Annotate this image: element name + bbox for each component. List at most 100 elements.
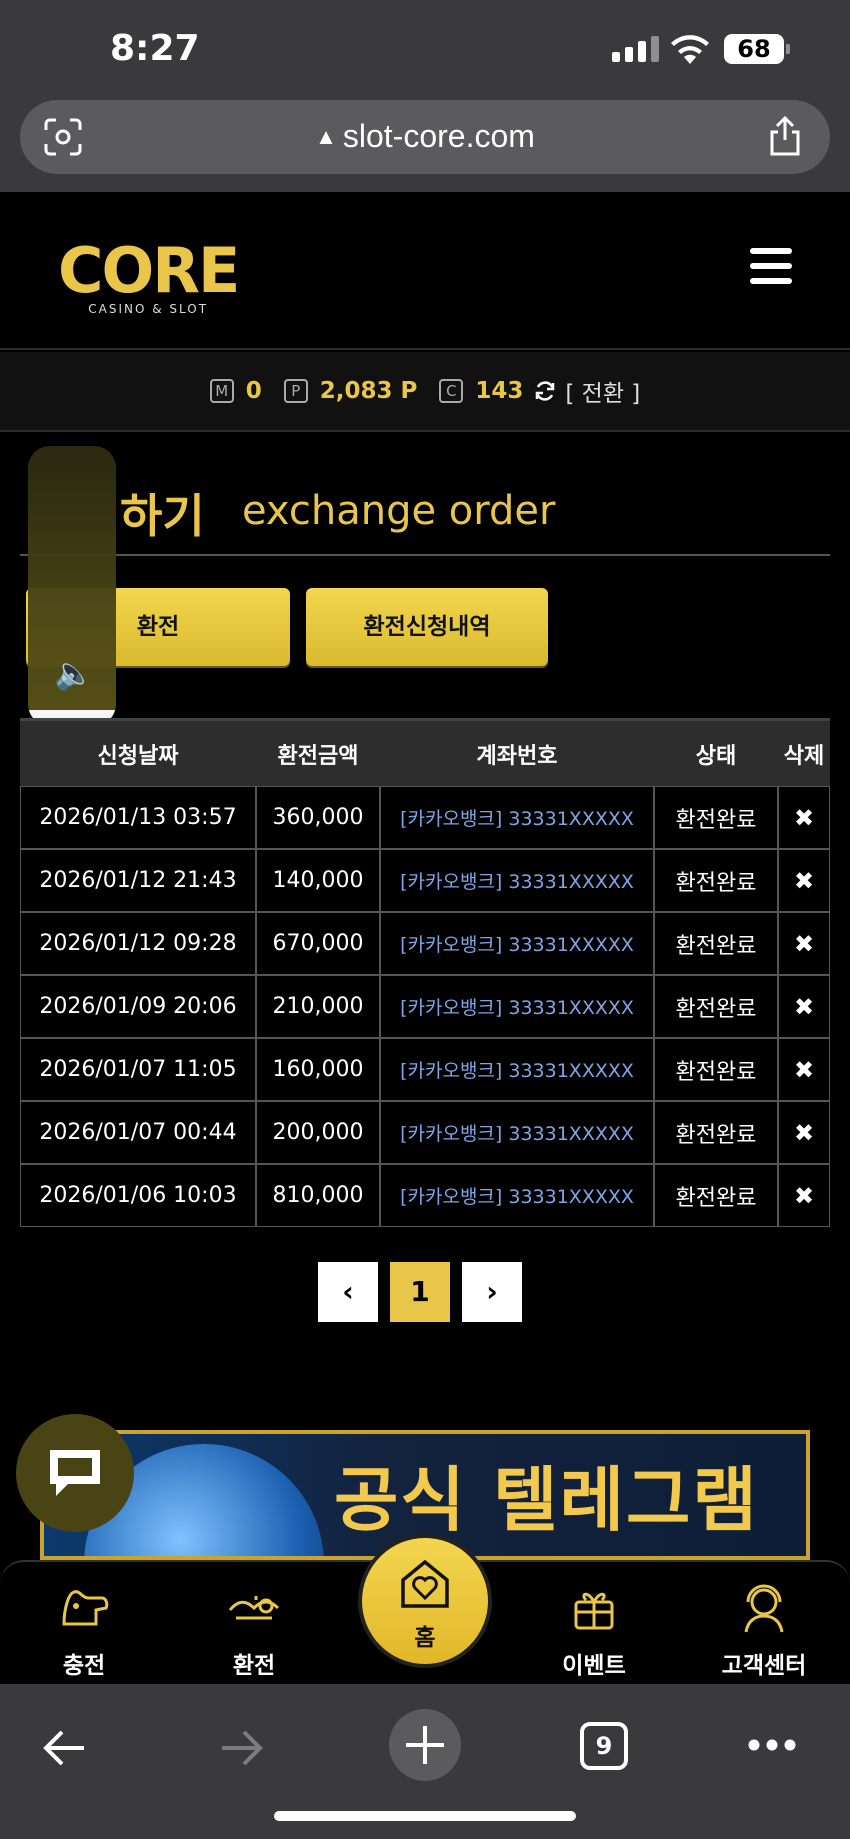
cell-amount: 810,000 xyxy=(256,1164,380,1227)
nav-charge[interactable]: 충전 xyxy=(24,1580,144,1680)
delete-icon[interactable]: ✖ xyxy=(794,1182,814,1210)
headset-icon xyxy=(744,1584,784,1633)
header-status: 상태 xyxy=(654,718,778,786)
chat-button[interactable] xyxy=(16,1414,134,1532)
status-time: 8:27 xyxy=(110,28,200,69)
volume-hud: 🔈 xyxy=(28,446,116,726)
ios-top-chrome: 8:27 68 ▲ slot-core.com xyxy=(0,0,850,192)
nav-support[interactable]: 고객센터 xyxy=(704,1580,824,1680)
cell-amount: 140,000 xyxy=(256,849,380,912)
cell-status: 환전완료 xyxy=(654,849,778,912)
cell-account: [카카오뱅크] 33331XXXXX xyxy=(380,786,654,849)
logo-text: CORE xyxy=(58,234,240,307)
delete-icon[interactable]: ✖ xyxy=(794,930,814,958)
cell-date: 2026/01/12 21:43 xyxy=(20,849,256,912)
delete-icon[interactable]: ✖ xyxy=(794,867,814,895)
cell-account: [카카오뱅크] 33331XXXXX xyxy=(380,975,654,1038)
banner-text: 공식 텔레그램 xyxy=(334,1459,759,1541)
money-badge-icon: M xyxy=(209,379,234,403)
header-account: 계좌번호 xyxy=(380,718,654,786)
refresh-icon[interactable] xyxy=(533,379,557,403)
nav-exchange[interactable]: 환전 xyxy=(194,1580,314,1680)
table-row: 2026/01/12 21:43 140,000 [카카오뱅크] 33331XX… xyxy=(20,849,830,912)
warning-icon: ▲ xyxy=(315,124,337,149)
cell-status: 환전완료 xyxy=(654,786,778,849)
cell-date: 2026/01/09 20:06 xyxy=(20,975,256,1038)
header-amount: 환전금액 xyxy=(256,718,380,786)
money-value: 0 xyxy=(245,378,262,404)
cell-account: [카카오뱅크] 33331XXXXX xyxy=(380,1164,654,1227)
forward-arrow-icon[interactable] xyxy=(218,1726,266,1770)
cell-amount: 160,000 xyxy=(256,1038,380,1101)
cell-account: [카카오뱅크] 33331XXXXX xyxy=(380,1038,654,1101)
point-value: 2,083 P xyxy=(319,378,418,404)
cell-date: 2026/01/13 03:57 xyxy=(20,786,256,849)
nav-home-label: 홈 xyxy=(414,1625,436,1651)
page-1-button[interactable]: 1 xyxy=(390,1262,450,1322)
table-row: 2026/01/06 10:03 810,000 [카카오뱅크] 33331XX… xyxy=(20,1164,830,1227)
delete-icon[interactable]: ✖ xyxy=(794,1119,814,1147)
menu-icon[interactable] xyxy=(750,248,792,284)
speaker-icon: 🔈 xyxy=(54,654,94,692)
cell-status: 환전완료 xyxy=(654,1164,778,1227)
chat-bubble-icon xyxy=(50,1450,100,1496)
page-title-en: exchange order xyxy=(242,488,556,534)
delete-icon[interactable]: ✖ xyxy=(794,804,814,832)
nav-charge-label: 충전 xyxy=(62,1653,106,1679)
back-arrow-icon[interactable] xyxy=(40,1726,88,1770)
cell-account: [카카오뱅크] 33331XXXXX xyxy=(380,912,654,975)
new-tab-plus-icon[interactable] xyxy=(388,1708,462,1782)
prev-page-button[interactable]: ‹ xyxy=(318,1262,378,1322)
next-page-button[interactable]: › xyxy=(462,1262,522,1322)
charge-icon xyxy=(62,1590,109,1626)
nav-home[interactable]: 홈 xyxy=(358,1534,492,1668)
table-row: 2026/01/07 00:44 200,000 [카카오뱅크] 33331XX… xyxy=(20,1101,830,1164)
coin-badge-icon: C xyxy=(439,379,464,403)
table-row: 2026/01/09 20:06 210,000 [카카오뱅크] 33331XX… xyxy=(20,975,830,1038)
table-row: 2026/01/07 11:05 160,000 [카카오뱅크] 33331XX… xyxy=(20,1038,830,1101)
site-header: CORE CASINO & SLOT xyxy=(0,192,850,350)
nav-exchange-label: 환전 xyxy=(232,1653,276,1679)
cell-status: 환전완료 xyxy=(654,912,778,975)
url-text-wrap[interactable]: ▲ slot-core.com xyxy=(20,118,830,155)
tabs-count-icon[interactable]: 9 xyxy=(580,1722,628,1770)
cell-date: 2026/01/06 10:03 xyxy=(20,1164,256,1227)
delete-icon[interactable]: ✖ xyxy=(794,1056,814,1084)
more-dots-icon[interactable] xyxy=(748,1738,796,1752)
share-icon[interactable] xyxy=(768,116,802,156)
delete-icon[interactable]: ✖ xyxy=(794,993,814,1021)
cell-status: 환전완료 xyxy=(654,1038,778,1101)
cell-account: [카카오뱅크] 33331XXXXX xyxy=(380,1101,654,1164)
exchange-history-table: 신청날짜 환전금액 계좌번호 상태 삭제 2026/01/13 03:57 36… xyxy=(20,718,830,1227)
wifi-icon xyxy=(671,35,709,64)
gift-icon xyxy=(574,1592,614,1630)
home-indicator xyxy=(274,1811,576,1821)
header-date: 신청날짜 xyxy=(20,718,256,786)
nav-support-label: 고객센터 xyxy=(721,1653,807,1679)
points-bar: M 0 P 2,083 P C 143 [ 전환 ] xyxy=(0,352,850,432)
header-delete: 삭제 xyxy=(778,718,830,786)
url-text[interactable]: slot-core.com xyxy=(343,118,535,154)
pagination: ‹ 1 › xyxy=(318,1262,522,1322)
convert-link[interactable]: [ 전환 ] xyxy=(565,374,640,408)
nav-event-label: 이벤트 xyxy=(562,1653,626,1679)
cell-amount: 360,000 xyxy=(256,786,380,849)
address-bar[interactable]: ▲ slot-core.com xyxy=(20,100,830,174)
cell-account: [카카오뱅크] 33331XXXXX xyxy=(380,849,654,912)
cellular-signal-icon xyxy=(612,36,659,62)
cell-amount: 200,000 xyxy=(256,1101,380,1164)
page-title-ko: 하기 xyxy=(120,489,205,543)
site-logo[interactable]: CORE CASINO & SLOT xyxy=(58,234,240,317)
cell-date: 2026/01/07 00:44 xyxy=(20,1101,256,1164)
exchange-icon xyxy=(228,1596,280,1620)
coin-value: 143 xyxy=(475,378,524,404)
table-row: 2026/01/12 09:28 670,000 [카카오뱅크] 33331XX… xyxy=(20,912,830,975)
cell-amount: 670,000 xyxy=(256,912,380,975)
table-header-row: 신청날짜 환전금액 계좌번호 상태 삭제 xyxy=(20,718,830,786)
nav-event[interactable]: 이벤트 xyxy=(534,1580,654,1680)
point-badge-icon: P xyxy=(283,379,308,403)
exchange-history-button[interactable]: 환전신청내역 xyxy=(306,588,548,666)
cell-amount: 210,000 xyxy=(256,975,380,1038)
cell-date: 2026/01/07 11:05 xyxy=(20,1038,256,1101)
table-row: 2026/01/13 03:57 360,000 [카카오뱅크] 33331XX… xyxy=(20,786,830,849)
